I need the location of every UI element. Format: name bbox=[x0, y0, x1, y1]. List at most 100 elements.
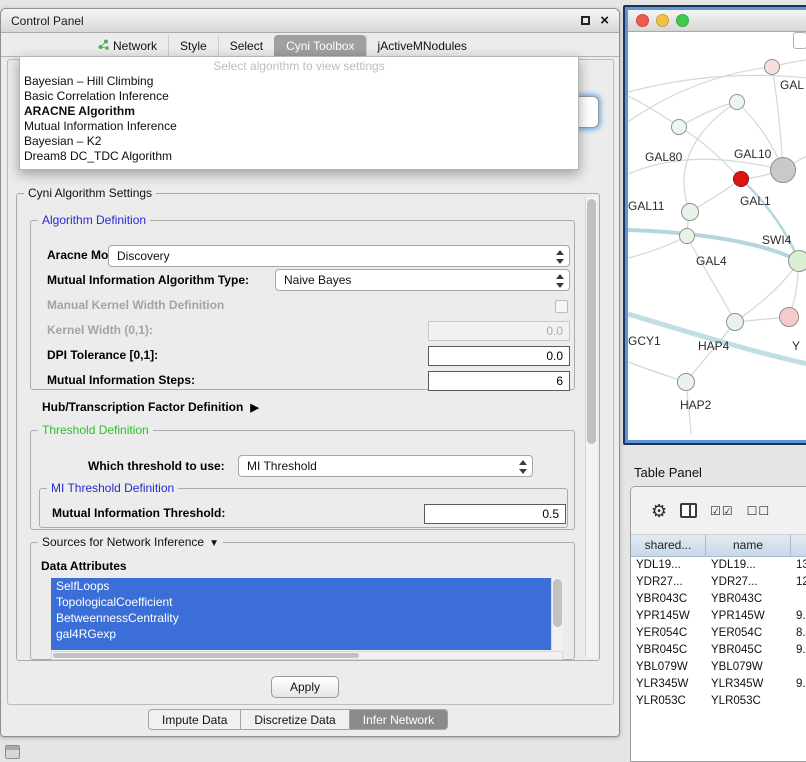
table-panel: ⚙ ☑☑ ☐☐ shared... name YDL19...YDL19...1… bbox=[630, 486, 806, 762]
table-cell: YBR043C bbox=[631, 591, 706, 608]
table-row[interactable]: YPR145WYPR145W9. bbox=[631, 608, 806, 625]
network-node-pink-right[interactable] bbox=[779, 307, 799, 327]
table-row[interactable]: YBR043CYBR043C bbox=[631, 591, 806, 608]
attribute-item[interactable]: SelfLoops bbox=[51, 578, 551, 594]
network-node-pink-top[interactable] bbox=[764, 59, 780, 75]
kernel-width-field[interactable]: 0.0 bbox=[428, 321, 570, 341]
list-hscrollbar-thumb[interactable] bbox=[53, 653, 359, 658]
select-all-icon[interactable]: ☑☑ bbox=[710, 505, 734, 517]
list-scrollbar-thumb[interactable] bbox=[553, 579, 562, 627]
network-canvas[interactable]: GAL80GAL10GAL11GAL1SWI4GAL4GCY1HAP4HAP2Y… bbox=[628, 32, 806, 440]
table-row[interactable]: YLR345WYLR345W9. bbox=[631, 676, 806, 693]
zoom-traffic-light-icon[interactable] bbox=[676, 14, 689, 27]
minimized-panel-icon[interactable] bbox=[5, 745, 20, 759]
bottom-tab-impute-data[interactable]: Impute Data bbox=[148, 709, 241, 730]
close-traffic-light-icon[interactable] bbox=[636, 14, 649, 27]
network-node-gal10[interactable] bbox=[770, 157, 796, 183]
table-row[interactable]: YER054CYER054C8. bbox=[631, 625, 806, 642]
settings-scrollbar-thumb[interactable] bbox=[587, 199, 596, 444]
mi-threshold-field[interactable]: 0.5 bbox=[424, 504, 566, 524]
dpi-tolerance-label: DPI Tolerance [0,1]: bbox=[47, 348, 158, 362]
table-panel-title: Table Panel bbox=[634, 465, 702, 480]
attribute-item-partial[interactable] bbox=[51, 642, 551, 650]
table-cell bbox=[791, 591, 806, 608]
network-node-hap2[interactable] bbox=[677, 373, 695, 391]
algorithm-dropdown: Select algorithm to view settings Bayesi… bbox=[19, 56, 579, 170]
table-cell: YLR053C bbox=[706, 693, 791, 710]
table-cell: YPR145W bbox=[631, 608, 706, 625]
algorithm-option[interactable]: Dream8 DC_TDC Algorithm bbox=[20, 149, 578, 164]
tab-jactivemnodules[interactable]: jActiveMNodules bbox=[366, 35, 478, 56]
algorithm-option[interactable]: Basic Correlation Inference bbox=[20, 89, 578, 104]
algorithm-option[interactable]: ARACNE Algorithm bbox=[20, 104, 578, 119]
table-cell: YLR053C bbox=[631, 693, 706, 710]
node-label-hap2: HAP2 bbox=[680, 398, 711, 412]
settings-scrollbar[interactable] bbox=[585, 197, 597, 657]
table-row[interactable]: YDR27...YDR27...12 bbox=[631, 574, 806, 591]
table-row[interactable]: YDL19...YDL19...13 bbox=[631, 557, 806, 574]
network-node-green-top[interactable] bbox=[729, 94, 745, 110]
algorithm-option[interactable]: Bayesian – K2 bbox=[20, 134, 578, 149]
network-node-red[interactable] bbox=[733, 171, 749, 187]
data-attributes-label: Data Attributes bbox=[41, 559, 127, 573]
minimize-traffic-light-icon[interactable] bbox=[656, 14, 669, 27]
cyni-algorithm-settings-group: Cyni Algorithm Settings Algorithm Defini… bbox=[16, 193, 600, 661]
bottom-tab-discretize-data[interactable]: Discretize Data bbox=[241, 709, 349, 730]
tab-network[interactable]: Network bbox=[87, 35, 168, 56]
node-label-gal1: GAL1 bbox=[740, 194, 771, 208]
table-cell: YLR345W bbox=[706, 676, 791, 693]
column-header-shared[interactable]: shared... bbox=[631, 535, 706, 557]
table-cell: 9. bbox=[791, 642, 806, 659]
algorithm-option[interactable]: Mutual Information Inference bbox=[20, 119, 578, 134]
network-node-swi4[interactable] bbox=[788, 250, 806, 272]
dpi-tolerance-field[interactable]: 0.0 bbox=[428, 346, 570, 366]
attribute-item[interactable]: BetweennessCentrality bbox=[51, 610, 551, 626]
column-header-extra[interactable] bbox=[791, 535, 806, 557]
mi-steps-field[interactable]: 6 bbox=[428, 371, 570, 391]
network-scrollbar-corner[interactable] bbox=[793, 32, 806, 49]
algorithm-option[interactable]: Bayesian – Hill Climbing bbox=[20, 74, 578, 89]
mi-type-select[interactable]: Naive Bayes bbox=[275, 269, 570, 291]
table-row[interactable]: YBL079WYBL079W bbox=[631, 659, 806, 676]
network-window-titlebar[interactable] bbox=[628, 10, 806, 32]
network-node-gal4[interactable] bbox=[679, 228, 695, 244]
manual-kernel-checkbox[interactable] bbox=[555, 300, 568, 313]
tab-cyni-toolbox[interactable]: Cyni Toolbox bbox=[274, 35, 365, 56]
column-selector-icon[interactable] bbox=[680, 503, 697, 518]
table-cell: YDL19... bbox=[631, 557, 706, 574]
collapse-arrow-icon: ▼ bbox=[209, 538, 219, 549]
deselect-all-icon[interactable]: ☐☐ bbox=[747, 505, 771, 517]
gear-icon[interactable]: ⚙ bbox=[651, 502, 667, 520]
close-window-icon[interactable]: × bbox=[600, 13, 609, 28]
table-cell: YPR145W bbox=[706, 608, 791, 625]
network-view-window: GAL80GAL10GAL11GAL1SWI4GAL4GCY1HAP4HAP2Y… bbox=[623, 5, 806, 445]
combo-stepper-icon bbox=[556, 273, 564, 289]
attribute-item[interactable]: gal4RGexp bbox=[51, 626, 551, 642]
apply-button[interactable]: Apply bbox=[271, 676, 339, 698]
list-scrollbar[interactable] bbox=[551, 578, 563, 650]
table-row[interactable]: YLR053CYLR053C bbox=[631, 693, 806, 710]
tab-style[interactable]: Style bbox=[168, 35, 218, 56]
network-node-mid-green[interactable] bbox=[726, 313, 744, 331]
control-panel-titlebar[interactable]: Control Panel × bbox=[1, 9, 619, 33]
which-threshold-select[interactable]: MI Threshold bbox=[238, 455, 533, 477]
table-cell: 13 bbox=[791, 557, 806, 574]
network-node-gal11[interactable] bbox=[681, 203, 699, 221]
hub-definition-label: Hub/Transcription Factor Definition bbox=[42, 400, 243, 414]
table-row[interactable]: YBR045CYBR045C9. bbox=[631, 642, 806, 659]
table-cell: YDL19... bbox=[706, 557, 791, 574]
aracne-mode-select[interactable]: Discovery bbox=[108, 245, 570, 267]
network-tab-icon bbox=[98, 39, 109, 53]
network-node-gal80[interactable] bbox=[671, 119, 687, 135]
tab-select[interactable]: Select bbox=[218, 35, 274, 56]
bottom-tab-infer-network[interactable]: Infer Network bbox=[350, 709, 448, 730]
attribute-item[interactable]: TopologicalCoefficient bbox=[51, 594, 551, 610]
float-window-icon[interactable] bbox=[581, 16, 590, 25]
list-hscrollbar[interactable] bbox=[51, 651, 563, 660]
column-header-name[interactable]: name bbox=[706, 535, 791, 557]
table-cell bbox=[791, 693, 806, 710]
sources-title[interactable]: Sources for Network Inference▼ bbox=[38, 535, 223, 549]
data-attributes-list[interactable]: SelfLoopsTopologicalCoefficientBetweenne… bbox=[51, 578, 563, 650]
hub-definition-section[interactable]: Hub/Transcription Factor Definition▶ bbox=[42, 400, 259, 414]
table-cell: YBR043C bbox=[706, 591, 791, 608]
